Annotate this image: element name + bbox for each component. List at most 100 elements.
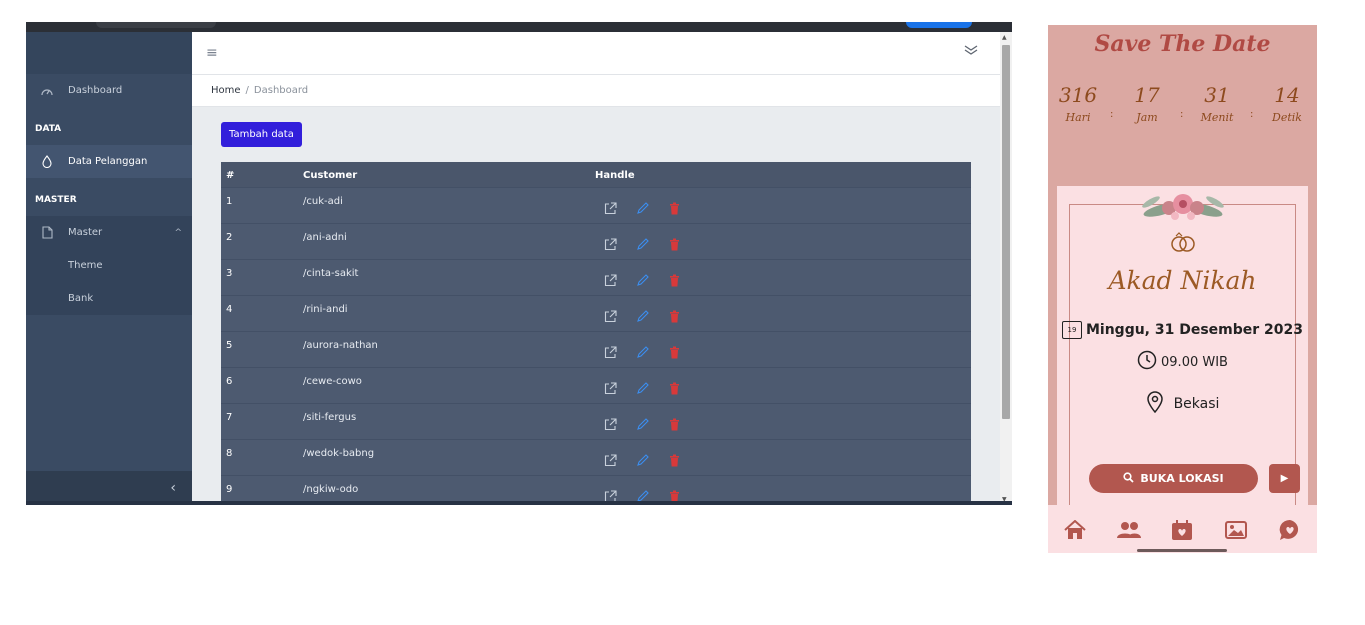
delete-trash-icon[interactable] [665,345,683,359]
save-the-date-title: Save The Date [1094,31,1271,57]
event-place: Bekasi [1057,391,1308,417]
chevron-up-icon[interactable]: ^ [174,228,182,238]
countdown-number: 31 [1204,83,1230,107]
sidebar-subitem-theme[interactable]: Theme [26,249,192,282]
sidebar-item-master[interactable]: Master ^ [26,216,192,249]
speedometer-icon [26,85,68,97]
flower-ornament-icon [1142,194,1224,220]
countdown-label: Detik [1272,111,1302,124]
rings-icon [1171,232,1195,252]
sidebar-section-master: MASTER [35,195,77,205]
address-bar[interactable] [96,22,216,28]
sidebar-section-data: DATA [35,124,62,134]
clock-icon [1137,350,1157,374]
hamburger-icon[interactable]: ≡ [206,45,218,61]
countdown-number: 14 [1274,83,1300,107]
row-number: 7 [226,412,233,423]
edit-pencil-icon[interactable] [633,453,651,467]
table-row: 6/cewe-cowo [221,368,971,404]
table-body: 1/cuk-adi 2/ani-adni 3/cinta-sakit 4/rini-a… [221,188,971,505]
delete-trash-icon[interactable] [665,381,683,395]
bottom-border [26,501,1012,505]
open-link-icon[interactable] [601,417,619,431]
table-row: 4/rini-andi [221,296,971,332]
sidebar-subitem-bank[interactable]: Bank [26,282,192,315]
edit-pencil-icon[interactable] [633,345,651,359]
edit-pencil-icon[interactable] [633,309,651,323]
scroll-up-icon[interactable]: ▲ [1002,34,1007,41]
customer-handle: /rini-andi [303,304,348,315]
row-number: 6 [226,376,233,387]
row-number: 4 [226,304,233,315]
admin-window: Dashboard DATA Data Pelanggan MASTER Mas… [26,22,1012,505]
browser-toolbar-strip [26,22,1012,32]
countdown-number: 316 [1058,83,1098,107]
edit-pencil-icon[interactable] [633,417,651,431]
table-row: 8/wedok-babng [221,440,971,476]
calendar-event-icon[interactable] [1169,518,1195,542]
open-link-icon[interactable] [601,345,619,359]
play-music-button[interactable]: ▶ [1269,464,1300,493]
edit-pencil-icon[interactable] [633,273,651,287]
scrollbar-thumb[interactable] [1002,45,1010,419]
row-actions [601,453,683,467]
customer-handle: /aurora-nathan [303,340,378,351]
search-icon [1123,471,1135,486]
customer-handle: /ngkiw-odo [303,484,359,495]
sidebar-item-label: Master [68,227,103,238]
edit-pencil-icon[interactable] [633,381,651,395]
gallery-icon[interactable] [1223,518,1249,542]
row-actions [601,273,683,287]
invitation-phone-screen: Save The Date 316 Hari : 17 Jam : 31 Men… [1048,25,1317,553]
sidebar-master-group: Master ^ Theme Bank [26,216,192,315]
edit-pencil-icon[interactable] [633,201,651,215]
open-location-button[interactable]: BUKA LOKASI [1089,464,1258,493]
row-actions [601,237,683,251]
event-place-text: Bekasi [1173,396,1220,412]
delete-trash-icon[interactable] [665,237,683,251]
open-link-icon[interactable] [601,309,619,323]
scrollbar[interactable]: ▲ ▼ [1000,32,1012,505]
delete-trash-icon[interactable] [665,453,683,467]
countdown-separator: : [1110,109,1114,120]
table-row: 5/aurora-nathan [221,332,971,368]
sidebar-item-data-pelanggan[interactable]: Data Pelanggan [26,145,192,178]
sidebar-item-dashboard[interactable]: Dashboard [26,74,192,107]
countdown-label: Hari [1065,111,1091,124]
delete-trash-icon[interactable] [665,273,683,287]
row-number: 9 [226,484,233,495]
open-link-icon[interactable] [601,201,619,215]
sidebar-item-label: Data Pelanggan [68,156,148,167]
customer-handle: /siti-fergus [303,412,357,423]
add-data-button[interactable]: Tambah data [221,122,302,147]
delete-trash-icon[interactable] [665,201,683,215]
double-chevron-down-icon[interactable] [964,44,978,59]
chat-heart-icon[interactable] [1277,518,1303,542]
couple-icon[interactable] [1116,518,1142,542]
delete-trash-icon[interactable] [665,417,683,431]
row-actions [601,417,683,431]
sidebar-brand [26,32,192,74]
sidebar-collapse-button[interactable]: ‹ [26,471,192,505]
breadcrumb-home[interactable]: Home [211,85,241,96]
table-header: # Customer Handle [221,162,971,188]
countdown-label: Jam [1136,111,1158,124]
edit-pencil-icon[interactable] [633,237,651,251]
open-link-icon[interactable] [601,273,619,287]
row-actions [601,345,683,359]
home-icon[interactable] [1062,518,1088,542]
file-icon [26,226,68,239]
open-link-icon[interactable] [601,237,619,251]
delete-trash-icon[interactable] [665,309,683,323]
row-actions [601,309,683,323]
profile-button[interactable] [906,22,972,28]
countdown-label: Menit [1200,111,1234,124]
row-number: 5 [226,340,233,351]
location-pin-icon [1146,391,1164,417]
play-icon: ▶ [1280,473,1289,484]
header: ≡ [192,32,1000,75]
open-link-icon[interactable] [601,381,619,395]
breadcrumb: Home / Dashboard [192,75,1000,107]
open-link-icon[interactable] [601,453,619,467]
row-number: 3 [226,268,233,279]
